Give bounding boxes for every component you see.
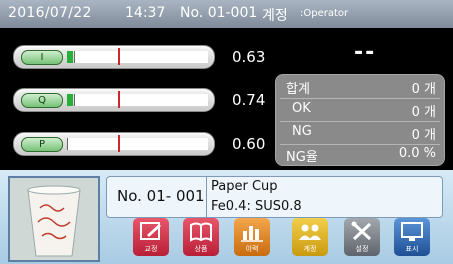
gauge-track-i	[74, 51, 208, 63]
settings-button[interactable]: 설정	[344, 218, 380, 256]
gauge-value-i: 0.63	[232, 48, 266, 66]
display-button[interactable]: 표시	[394, 218, 430, 256]
button-label: 표시	[405, 245, 419, 253]
counter-row-ng: NG 0 개	[276, 123, 444, 143]
counter-value: 0 개	[411, 105, 436, 120]
gauge-value-q: 0.74	[232, 91, 266, 109]
gauge-q: Q	[13, 88, 215, 112]
divider	[280, 98, 440, 99]
account-button[interactable]: 계정	[292, 218, 328, 256]
gauge-track-q	[74, 94, 208, 106]
gauge-track-p	[67, 138, 208, 150]
edit-icon	[140, 222, 161, 240]
gauge-i: I	[13, 45, 215, 69]
gauge-p: P	[13, 132, 215, 156]
gauge-threshold-i	[118, 48, 120, 65]
gauge-threshold-p	[118, 135, 120, 152]
button-label: 교정	[144, 245, 158, 253]
date-text: 2016/07/22	[8, 5, 92, 21]
account-label: 계정	[262, 8, 288, 24]
counter-label: 합계	[286, 82, 310, 97]
tools-icon	[351, 221, 372, 241]
counter-value: 0 개	[411, 128, 436, 143]
counter-row-total: 합계 0 개	[276, 77, 444, 97]
product-spec: Fe0.4: SUS0.8	[211, 199, 302, 214]
product-name: Paper Cup	[211, 179, 278, 194]
counter-value: 0.0 %	[398, 146, 436, 161]
user-text: :Operator	[300, 8, 349, 19]
book-icon	[190, 222, 212, 242]
hmi-screen: { "header": { "date": "2016/07/22", "tim…	[0, 0, 453, 264]
counter-row-ng-rate: NG율 0.0 %	[276, 145, 444, 165]
button-label: 이력	[245, 245, 259, 253]
header-bar: 2016/07/22 14:37 No. 01-001 계정 :Operator	[0, 0, 453, 28]
product-number: No. 01- 001	[117, 187, 205, 205]
gauge-fill-i	[67, 51, 73, 63]
gauge-fill-q	[67, 94, 73, 106]
gauge-label-q[interactable]: Q	[21, 93, 63, 108]
button-label: 설정	[355, 245, 369, 253]
history-button[interactable]: 이력	[234, 218, 270, 256]
display-icon	[401, 222, 423, 241]
product-number-text: No. 01-001	[180, 5, 258, 21]
calibrate-button[interactable]: 교정	[133, 218, 169, 256]
product-photo	[8, 176, 100, 262]
gauge-value-p: 0.60	[232, 135, 266, 153]
divider	[280, 121, 440, 122]
divider	[206, 177, 207, 217]
status-value: --	[354, 40, 377, 65]
counter-label: NG	[292, 124, 312, 139]
counter-label: NG율	[286, 150, 318, 165]
button-label: 상품	[194, 245, 208, 253]
gauge-label-i[interactable]: I	[21, 50, 63, 65]
users-icon	[299, 224, 321, 240]
chart-icon	[241, 226, 263, 242]
gauge-threshold-q	[118, 91, 120, 108]
product-button[interactable]: 상품	[183, 218, 219, 256]
time-text: 14:37	[125, 5, 166, 21]
counter-label: OK	[292, 101, 311, 116]
counter-value: 0 개	[411, 82, 436, 97]
counter-row-ok: OK 0 개	[276, 100, 444, 120]
gauge-label-p[interactable]: P	[21, 137, 63, 152]
counter-panel: 합계 0 개 OK 0 개 NG 0 개 NG율 0.0 %	[275, 74, 445, 166]
button-label: 계정	[303, 245, 317, 253]
product-info-box[interactable]: No. 01- 001 Paper Cup Fe0.4: SUS0.8	[106, 176, 443, 218]
product-area: No. 01- 001 Paper Cup Fe0.4: SUS0.8	[0, 170, 453, 264]
